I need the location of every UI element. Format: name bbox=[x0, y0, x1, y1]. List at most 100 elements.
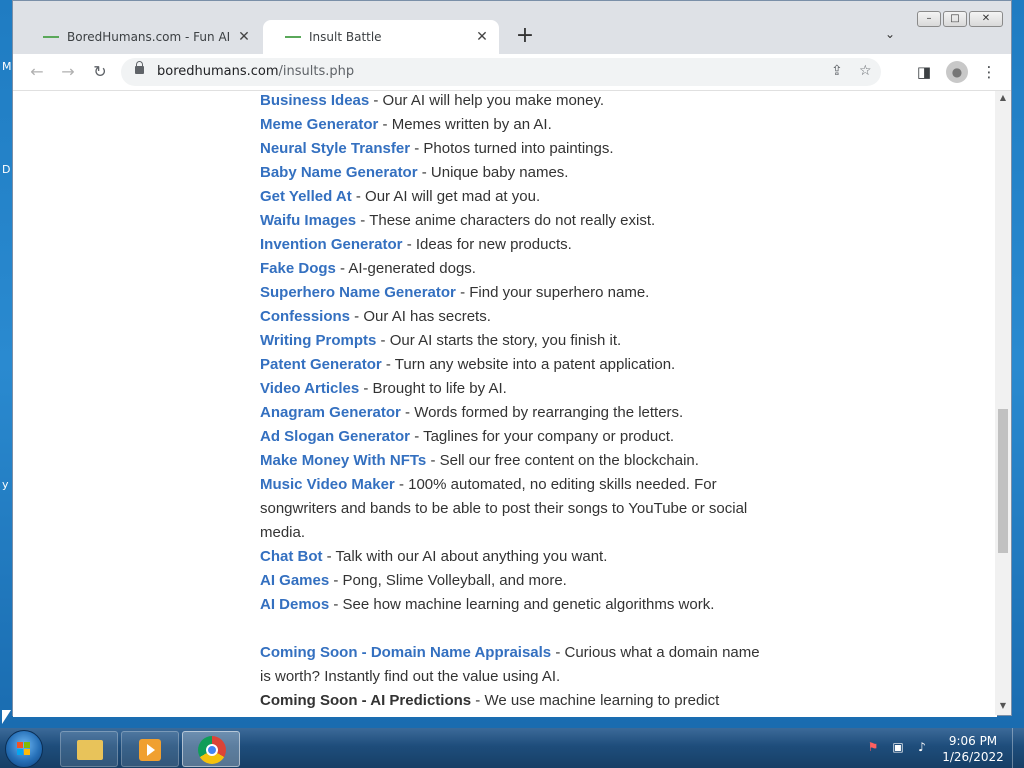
scroll-up-icon[interactable]: ▲ bbox=[995, 91, 1011, 105]
feature-link[interactable]: Business Ideas bbox=[260, 92, 369, 109]
feature-list: Business Ideas - Our AI will help you ma… bbox=[260, 91, 760, 713]
feature-link[interactable]: Chat Bot bbox=[260, 548, 323, 565]
tab-insult-battle[interactable]: Insult Battle ✕ bbox=[263, 20, 499, 54]
clock-date: 1/26/2022 bbox=[942, 750, 1004, 764]
list-item: Baby Name Generator - Unique baby names. bbox=[260, 161, 760, 185]
feature-link[interactable]: Get Yelled At bbox=[260, 188, 352, 205]
feature-description: - Find your superhero name. bbox=[455, 284, 650, 301]
feature-description: - Words formed by rearranging the letter… bbox=[400, 404, 684, 421]
feature-description: - Memes written by an AI. bbox=[378, 116, 552, 133]
feature-description: - Talk with our AI about anything you wa… bbox=[322, 548, 608, 565]
menu-kebab-icon[interactable]: ⋮ bbox=[978, 61, 1000, 83]
list-item: Superhero Name Generator - Find your sup… bbox=[260, 281, 760, 305]
side-panel-icon[interactable]: ◨ bbox=[913, 61, 935, 83]
reload-icon[interactable]: ↻ bbox=[89, 61, 111, 83]
page-content: Business Ideas - Our AI will help you ma… bbox=[13, 91, 997, 717]
feature-link[interactable]: Invention Generator bbox=[260, 236, 403, 253]
feature-link[interactable]: Writing Prompts bbox=[260, 332, 376, 349]
address-bar[interactable]: boredhumans.com/insults.php ⇪ ☆ bbox=[121, 58, 881, 86]
list-item: Writing Prompts - Our AI starts the stor… bbox=[260, 329, 760, 353]
scroll-down-icon[interactable]: ▼ bbox=[995, 699, 1011, 713]
list-item: Fake Dogs - AI-generated dogs. bbox=[260, 257, 760, 281]
show-desktop-button[interactable] bbox=[1012, 728, 1024, 768]
coming-soon-item: Coming Soon - Domain Name Appraisals - C… bbox=[260, 641, 760, 689]
maximize-button[interactable]: □ bbox=[943, 11, 967, 27]
site-favicon-icon bbox=[285, 32, 301, 42]
close-window-button[interactable]: ✕ bbox=[969, 11, 1003, 27]
feature-description: - Ideas for new products. bbox=[402, 236, 572, 253]
volume-icon[interactable]: ♪ bbox=[915, 740, 929, 754]
feature-description: - Taglines for your company or product. bbox=[410, 428, 675, 445]
back-arrow-icon[interactable]: ← bbox=[26, 61, 48, 83]
feature-link[interactable]: Baby Name Generator bbox=[260, 164, 418, 181]
close-tab-icon[interactable]: ✕ bbox=[233, 29, 255, 45]
feature-description: - AI-generated dogs. bbox=[335, 260, 476, 277]
new-tab-button[interactable]: + bbox=[513, 25, 537, 49]
feature-description: - Photos turned into paintings. bbox=[410, 140, 614, 157]
feature-link[interactable]: Ad Slogan Generator bbox=[260, 428, 410, 445]
media-player-icon bbox=[139, 739, 161, 761]
url-text[interactable]: boredhumans.com/insults.php bbox=[157, 64, 354, 79]
feature-link[interactable]: Anagram Generator bbox=[260, 404, 401, 421]
feature-link[interactable]: AI Demos bbox=[260, 596, 329, 613]
list-item: Ad Slogan Generator - Taglines for your … bbox=[260, 425, 760, 449]
list-item: Confessions - Our AI has secrets. bbox=[260, 305, 760, 329]
coming-soon-label: Coming Soon - AI Predictions bbox=[260, 692, 472, 709]
list-item: Invention Generator - Ideas for new prod… bbox=[260, 233, 760, 257]
profile-avatar-icon[interactable]: ● bbox=[946, 61, 968, 83]
network-icon[interactable]: ▣ bbox=[891, 740, 905, 754]
list-item: Neural Style Transfer - Photos turned in… bbox=[260, 137, 760, 161]
feature-link[interactable]: Superhero Name Generator bbox=[260, 284, 456, 301]
feature-description: - Turn any website into a patent applica… bbox=[381, 356, 676, 373]
minimize-button[interactable]: – bbox=[917, 11, 941, 27]
desktop-icon-label: M bbox=[2, 60, 12, 73]
feature-description: - Pong, Slime Volleyball, and more. bbox=[329, 572, 567, 589]
feature-description: - Unique baby names. bbox=[417, 164, 569, 181]
list-item: AI Games - Pong, Slime Volleyball, and m… bbox=[260, 569, 760, 593]
feature-description: - Our AI has secrets. bbox=[350, 308, 491, 325]
taskbar-chrome-button[interactable] bbox=[182, 731, 240, 767]
system-clock[interactable]: 9:06 PM 1/26/2022 bbox=[938, 733, 1008, 765]
tab-boredhumans[interactable]: BoredHumans.com - Fun AI Prog ✕ bbox=[21, 20, 261, 54]
tab-strip: BoredHumans.com - Fun AI Prog ✕ Insult B… bbox=[13, 1, 1011, 54]
feature-link[interactable]: Make Money With NFTs bbox=[260, 452, 426, 469]
feature-link[interactable]: Music Video Maker bbox=[260, 476, 395, 493]
list-item: Meme Generator - Memes written by an AI. bbox=[260, 113, 760, 137]
feature-link[interactable]: AI Games bbox=[260, 572, 329, 589]
clock-time: 9:06 PM bbox=[948, 734, 998, 748]
list-item: Business Ideas - Our AI will help you ma… bbox=[260, 91, 760, 113]
action-center-flag-icon[interactable]: ⚑ bbox=[866, 740, 880, 754]
feature-link[interactable]: Waifu Images bbox=[260, 212, 356, 229]
feature-link[interactable]: Patent Generator bbox=[260, 356, 382, 373]
feature-description: - Brought to life by AI. bbox=[359, 380, 507, 397]
folder-icon bbox=[77, 740, 103, 760]
feature-description: - These anime characters do not really e… bbox=[356, 212, 656, 229]
tab-search-chevron-icon[interactable]: ⌄ bbox=[885, 27, 895, 41]
feature-description: - Our AI will get mad at you. bbox=[351, 188, 541, 205]
feature-description: - Our AI will help you make money. bbox=[369, 92, 605, 109]
lock-icon[interactable] bbox=[135, 61, 144, 74]
bookmark-star-icon[interactable]: ☆ bbox=[859, 63, 872, 79]
forward-arrow-icon[interactable]: → bbox=[57, 61, 79, 83]
list-item: Get Yelled At - Our AI will get mad at y… bbox=[260, 185, 760, 209]
feature-link[interactable]: Video Articles bbox=[260, 380, 359, 397]
list-item: Make Money With NFTs - Sell our free con… bbox=[260, 449, 760, 473]
chrome-icon bbox=[198, 736, 226, 764]
vertical-scrollbar[interactable]: ▲ ▼ bbox=[995, 91, 1011, 715]
start-button[interactable] bbox=[5, 730, 43, 768]
scrollbar-thumb[interactable] bbox=[998, 409, 1008, 553]
desktop-icon-label: y bbox=[2, 478, 9, 491]
share-icon[interactable]: ⇪ bbox=[831, 63, 843, 79]
close-tab-icon[interactable]: ✕ bbox=[471, 29, 493, 45]
list-item: Waifu Images - These anime characters do… bbox=[260, 209, 760, 233]
feature-link[interactable]: Fake Dogs bbox=[260, 260, 336, 277]
coming-soon-link[interactable]: Coming Soon - Domain Name Appraisals bbox=[260, 644, 551, 661]
taskbar-explorer-button[interactable] bbox=[60, 731, 118, 767]
taskbar-media-player-button[interactable] bbox=[121, 731, 179, 767]
desktop-icon-label: D bbox=[2, 163, 11, 176]
feature-link[interactable]: Meme Generator bbox=[260, 116, 378, 133]
feature-link[interactable]: Neural Style Transfer bbox=[260, 140, 410, 157]
browser-window: BoredHumans.com - Fun AI Prog ✕ Insult B… bbox=[12, 0, 1012, 717]
feature-link[interactable]: Confessions bbox=[260, 308, 350, 325]
